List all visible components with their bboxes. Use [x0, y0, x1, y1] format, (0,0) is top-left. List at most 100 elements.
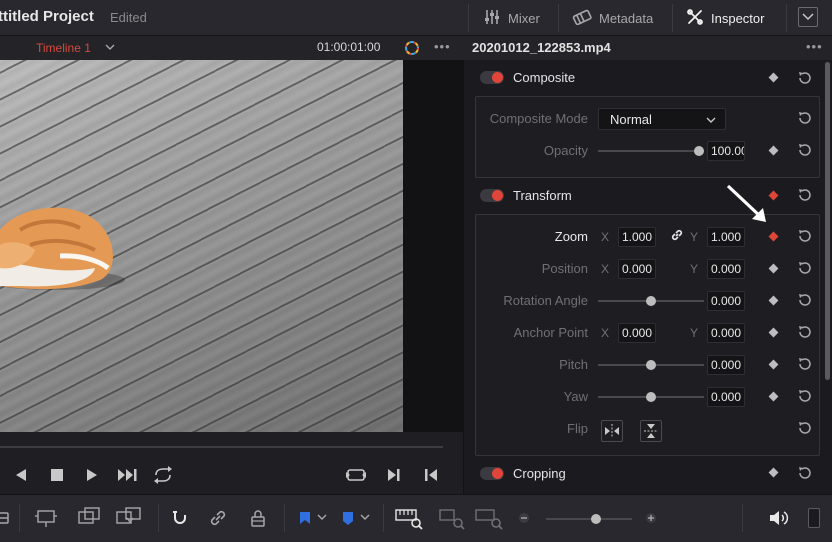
- cropping-title: Cropping: [513, 466, 566, 481]
- play-reverse-icon[interactable]: [14, 468, 28, 482]
- inspector-scrollbar[interactable]: [825, 62, 830, 380]
- mixer-label: Mixer: [508, 10, 540, 26]
- anchor-y-field[interactable]: 0.000: [707, 323, 745, 343]
- chevron-down-icon[interactable]: [104, 41, 116, 53]
- metadata-button[interactable]: Metadata: [572, 0, 653, 36]
- reset-icon[interactable]: [797, 388, 813, 404]
- position-y-field[interactable]: 0.000: [707, 259, 745, 279]
- inspector-options-button[interactable]: •••: [806, 39, 823, 54]
- composite-title: Composite: [513, 70, 576, 85]
- inspector-button[interactable]: Inspector: [686, 0, 764, 36]
- next-frame-icon[interactable]: [387, 468, 401, 482]
- anchor-x-axis-label: X: [601, 326, 610, 340]
- zoom-in-icon[interactable]: [645, 512, 657, 524]
- divider: [786, 4, 787, 32]
- viewer-options-button[interactable]: •••: [434, 39, 451, 54]
- link-icon[interactable]: [670, 228, 684, 242]
- yaw-field[interactable]: 0.000: [707, 387, 745, 407]
- snapping-icon[interactable]: [170, 508, 190, 528]
- reset-icon[interactable]: [797, 142, 813, 158]
- replace-clip-icon[interactable]: [114, 506, 144, 528]
- chevron-down-icon: [706, 117, 716, 123]
- composite-mode-dropdown[interactable]: Normal: [598, 108, 726, 130]
- transform-toggle[interactable]: [480, 189, 504, 202]
- zoom-x-field[interactable]: 1.000: [618, 227, 656, 247]
- audio-meter: [808, 508, 820, 528]
- timeline-selector[interactable]: Timeline 1: [36, 41, 91, 55]
- position-x-field[interactable]: 0.000: [618, 259, 656, 279]
- flip-vertical-button[interactable]: [640, 420, 662, 442]
- timecode: 01:00:01:00: [317, 40, 381, 54]
- cropping-toggle[interactable]: [480, 467, 504, 480]
- position-lock-icon[interactable]: [248, 508, 268, 528]
- viewer-background: [403, 60, 463, 432]
- insert-clip-icon[interactable]: [34, 508, 62, 528]
- match-frame-icon[interactable]: [345, 466, 367, 484]
- zoom-out-icon[interactable]: [518, 512, 530, 524]
- volume-icon[interactable]: [768, 508, 790, 528]
- rotation-slider-knob[interactable]: [646, 296, 656, 306]
- mixer-button[interactable]: Mixer: [483, 0, 540, 36]
- anchor-point-label: Anchor Point: [513, 325, 588, 340]
- chevron-down-icon: [802, 13, 814, 21]
- stop-icon[interactable]: [50, 468, 64, 482]
- reset-icon[interactable]: [797, 260, 813, 276]
- reset-icon[interactable]: [797, 110, 813, 126]
- position-label: Position: [541, 261, 588, 276]
- reset-icon[interactable]: [797, 187, 813, 203]
- composite-mode-label: Composite Mode: [489, 111, 588, 126]
- opacity-field[interactable]: 100.00: [707, 141, 745, 161]
- zoom-custom-icon[interactable]: [474, 506, 504, 530]
- yaw-slider-knob[interactable]: [646, 392, 656, 402]
- project-status: Edited: [110, 10, 147, 25]
- pitch-field[interactable]: 0.000: [707, 355, 745, 375]
- panel-collapse-button[interactable]: [798, 7, 818, 27]
- anchor-x-field[interactable]: 0.000: [618, 323, 656, 343]
- reset-icon[interactable]: [797, 465, 813, 481]
- divider: [158, 504, 159, 532]
- pitch-slider-knob[interactable]: [646, 360, 656, 370]
- zoom-y-field[interactable]: 1.000: [707, 227, 745, 247]
- chevron-down-icon[interactable]: [317, 514, 327, 522]
- reset-icon[interactable]: [797, 228, 813, 244]
- next-clip-icon[interactable]: [117, 468, 139, 482]
- marker-icon[interactable]: [340, 510, 356, 526]
- arrow-annotation-icon: [726, 184, 766, 222]
- timeline-zoom-slider-knob[interactable]: [591, 514, 601, 524]
- zoom-x-axis-label: X: [601, 230, 610, 244]
- cropping-section-header[interactable]: Cropping: [471, 458, 821, 490]
- position-y-axis-label: Y: [690, 262, 699, 276]
- rotation-angle-field[interactable]: 0.000: [707, 291, 745, 311]
- play-icon[interactable]: [85, 468, 99, 482]
- flip-horizontal-icon: [605, 424, 619, 438]
- divider: [672, 4, 673, 32]
- divider: [284, 504, 285, 532]
- previous-frame-icon[interactable]: [424, 468, 438, 482]
- overwrite-clip-icon[interactable]: [76, 506, 102, 528]
- color-wheel-icon[interactable]: [402, 38, 422, 58]
- zoom-y-axis-label: Y: [690, 230, 699, 244]
- timeline-zoom-slider-track[interactable]: [546, 518, 632, 520]
- opacity-slider-track[interactable]: [598, 150, 704, 152]
- composite-mode-value: Normal: [610, 112, 652, 127]
- scrubber-bar[interactable]: [0, 446, 443, 448]
- inspector-label: Inspector: [711, 10, 765, 26]
- flag-icon[interactable]: [297, 510, 313, 526]
- reset-icon[interactable]: [797, 356, 813, 372]
- reset-icon[interactable]: [797, 70, 813, 86]
- flip-horizontal-button[interactable]: [601, 420, 623, 442]
- zoom-detail-icon[interactable]: [438, 506, 466, 530]
- divider: [468, 4, 469, 32]
- loop-icon[interactable]: [152, 466, 174, 484]
- reset-icon[interactable]: [797, 292, 813, 308]
- selection-tool-icon[interactable]: [0, 510, 10, 526]
- composite-toggle[interactable]: [480, 71, 504, 84]
- project-title: ttitled Project: [0, 8, 94, 25]
- chevron-down-icon[interactable]: [360, 514, 370, 522]
- opacity-slider-knob[interactable]: [694, 146, 704, 156]
- zoom-full-icon[interactable]: [394, 506, 424, 530]
- reset-icon[interactable]: [797, 324, 813, 340]
- reset-icon[interactable]: [797, 420, 813, 436]
- linked-selection-icon[interactable]: [208, 508, 230, 528]
- anchor-y-axis-label: Y: [690, 326, 699, 340]
